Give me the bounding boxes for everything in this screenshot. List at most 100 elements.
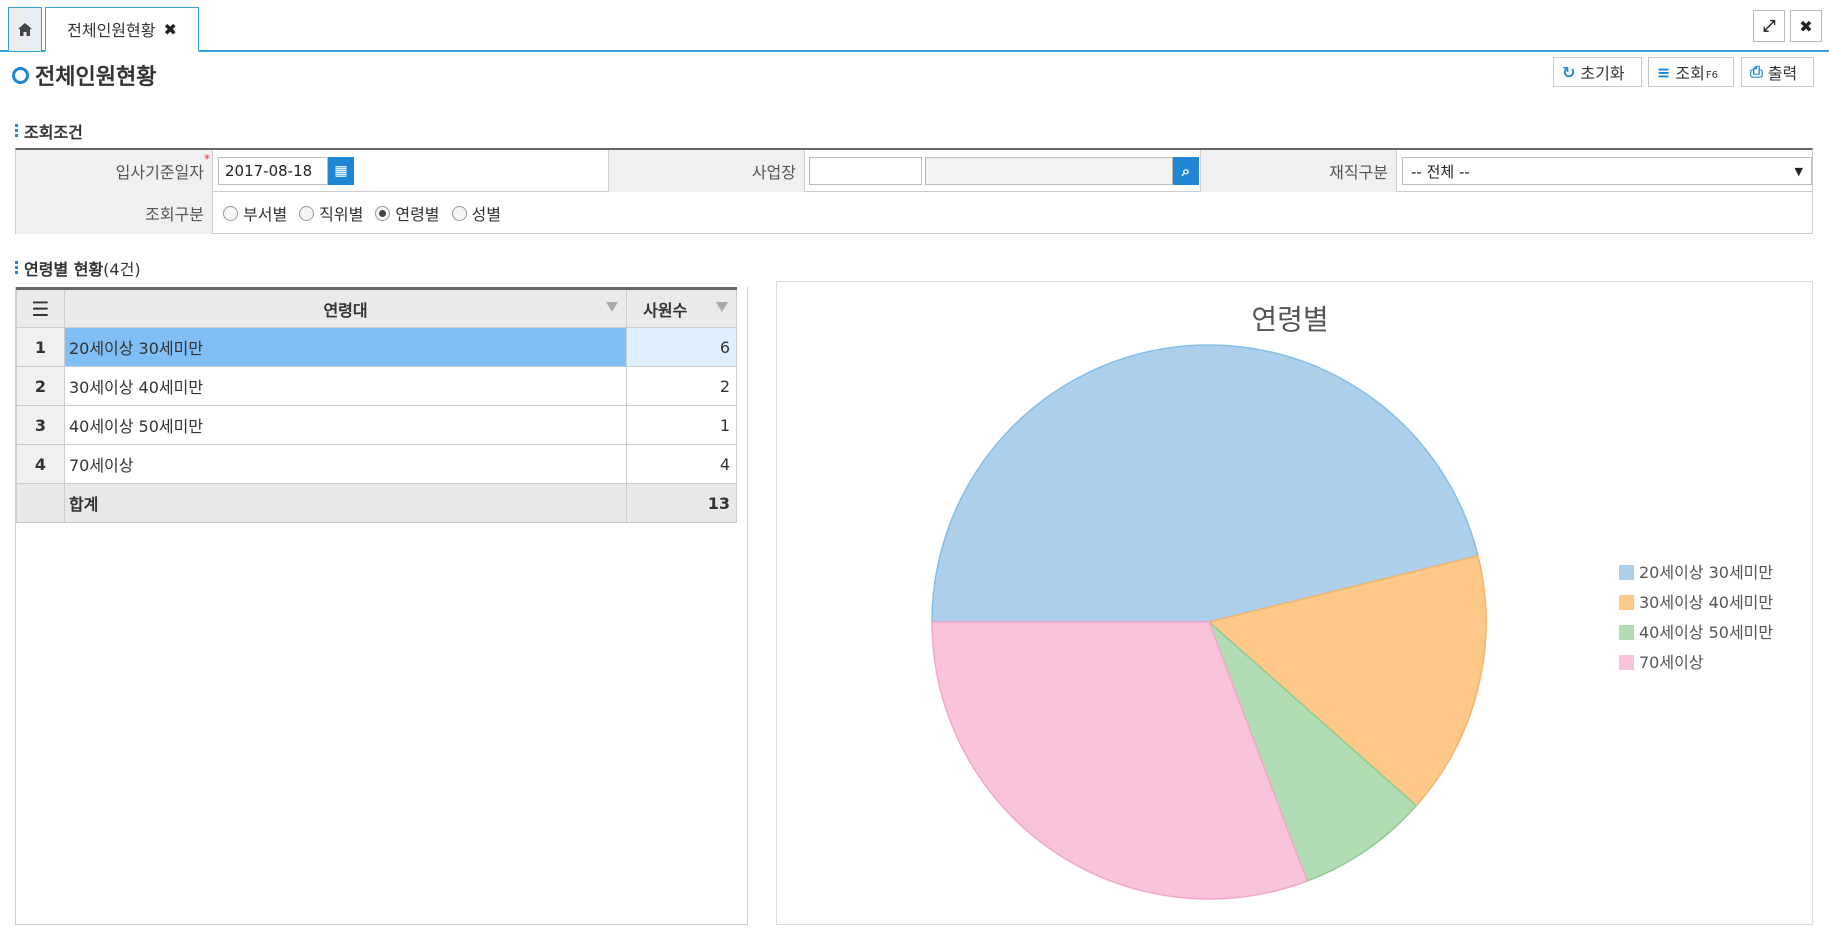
total-label: 합계: [63, 483, 628, 523]
age-cell[interactable]: 30세이상 40세미만: [63, 366, 628, 406]
site-name-input: [925, 157, 1173, 185]
legend-swatch[interactable]: [1619, 565, 1634, 580]
radio-circle: [299, 205, 315, 221]
calendar-button[interactable]: ▦: [328, 157, 354, 185]
table-row[interactable]: 4 70세이상 4: [16, 444, 737, 484]
radio-by-age[interactable]: 연령별: [375, 201, 440, 225]
refresh-icon: ↻: [1562, 62, 1576, 82]
site-code-input[interactable]: [809, 157, 922, 185]
legend-label[interactable]: 30세이상 40세미만: [1639, 593, 1773, 612]
tab-label: 전체인원현황: [67, 21, 156, 40]
age-pie-chart-panel: 연령별 20세이상 30세미만 30세이상 40세미만 40세이상 50세미만 70세…: [776, 281, 1813, 925]
legend-label[interactable]: 40세이상 50세미만: [1639, 623, 1773, 642]
conditions-row-2: 조회구분 부서별 직위별 연령별 성별: [16, 192, 1812, 234]
total-row: 합계 13: [16, 483, 737, 523]
search-label: 조회: [1675, 64, 1705, 83]
table-row[interactable]: 3 40세이상 50세미만 1: [16, 405, 737, 445]
employment-select[interactable]: -- 전체 -- ▼: [1402, 157, 1812, 185]
hire-date-field: 2017-08-18 ▦: [218, 150, 354, 192]
radio-by-department[interactable]: 부서별: [223, 201, 287, 225]
filter-icon[interactable]: [606, 302, 619, 312]
calendar-icon: ▦: [334, 163, 348, 179]
legend-swatch[interactable]: [1619, 595, 1634, 610]
radio-circle: [451, 205, 467, 221]
hire-date-input[interactable]: 2017-08-18: [218, 157, 328, 185]
table-row[interactable]: 1 20세이상 30세미만 6: [16, 327, 737, 367]
conditions-section-title: 조회조건: [15, 119, 83, 143]
menu-icon: ☰: [31, 296, 50, 321]
row-number: 2: [16, 366, 65, 406]
age-cell[interactable]: 20세이상 30세미만: [63, 327, 628, 367]
close-icon: ✖: [1799, 16, 1813, 36]
table-header-row: ☰ 연령대 사원수: [16, 287, 737, 328]
employment-select-value: -- 전체 --: [1411, 162, 1470, 181]
filter-icon[interactable]: [716, 302, 728, 312]
grid-count: (4건): [103, 260, 141, 279]
radio-by-gender[interactable]: 성별: [451, 201, 501, 225]
column-header-count[interactable]: 사원수: [626, 287, 737, 328]
total-value: 13: [626, 483, 737, 523]
search-shortcut: F6: [1705, 69, 1718, 81]
age-grid: ☰ 연령대 사원수 1 20세이상 30세미만 6 2 30세이상 40세미만 …: [15, 287, 748, 925]
count-cell[interactable]: 1: [626, 405, 737, 445]
search-button[interactable]: ≡ 조회 F6: [1648, 57, 1734, 87]
column-header-text: 사원수: [643, 300, 688, 320]
required-mark: *: [204, 152, 210, 166]
legend-swatch[interactable]: [1619, 625, 1634, 640]
page-header: 전체인원현황: [12, 58, 156, 92]
legend-label[interactable]: 70세이상: [1639, 653, 1704, 672]
table-row[interactable]: 2 30세이상 40세미만 2: [16, 366, 737, 406]
site-search-button[interactable]: ⌕: [1173, 157, 1199, 185]
age-table: ☰ 연령대 사원수 1 20세이상 30세미만 6 2 30세이상 40세미만 …: [16, 287, 737, 523]
legend-label[interactable]: 20세이상 30세미만: [1639, 563, 1773, 582]
expand-button[interactable]: ⤢: [1753, 10, 1785, 42]
column-menu-button[interactable]: ☰: [16, 287, 65, 328]
tab-bar: 전체인원현황 ✖ ⤢ ✖: [0, 0, 1829, 52]
total-row-number: [16, 483, 65, 523]
home-icon: [18, 23, 32, 36]
print-button[interactable]: ⎙ 출력: [1741, 57, 1814, 87]
grid-title-text: 연령별 현황: [24, 260, 104, 279]
row-number: 4: [16, 444, 65, 484]
query-type-label-text: 조회구분: [145, 205, 204, 224]
chart-title: 연령별: [1251, 303, 1328, 336]
column-header-text: 연령대: [323, 300, 368, 320]
home-tab[interactable]: [8, 7, 42, 51]
radio-label: 부서별: [243, 205, 288, 224]
grid-section-title: 연령별 현황 (4건): [15, 256, 141, 280]
reset-label: 초기화: [1580, 64, 1625, 83]
row-number: 1: [16, 327, 65, 367]
age-cell[interactable]: 40세이상 50세미만: [63, 405, 628, 445]
employment-label-text: 재직구분: [1329, 163, 1388, 182]
site-field: ⌕: [809, 150, 1199, 192]
employment-field: -- 전체 -- ▼: [1402, 150, 1812, 192]
list-icon: ≡: [1657, 62, 1671, 82]
print-label: 출력: [1767, 64, 1798, 83]
count-cell[interactable]: 2: [626, 366, 737, 406]
legend-swatch[interactable]: [1619, 655, 1634, 670]
page-title: 전체인원현황: [35, 65, 157, 90]
radio-label: 성별: [471, 205, 501, 224]
age-cell[interactable]: 70세이상: [63, 444, 628, 484]
count-cell[interactable]: 6: [626, 327, 737, 367]
section-marker-icon: [15, 261, 18, 275]
tab-close-icon[interactable]: ✖: [163, 20, 176, 39]
site-label-text: 사업장: [751, 163, 796, 182]
print-icon: ⎙: [1750, 62, 1763, 81]
conditions-title-text: 조회조건: [24, 123, 83, 142]
count-cell[interactable]: 4: [626, 444, 737, 484]
query-type-label: 조회구분: [16, 192, 213, 234]
radio-label: 연령별: [395, 205, 440, 224]
expand-icon: ⤢: [1762, 16, 1776, 35]
radio-by-position[interactable]: 직위별: [299, 201, 363, 225]
site-label: 사업장: [608, 150, 805, 192]
radio-circle: [223, 205, 238, 221]
reset-button[interactable]: ↻ 초기화: [1553, 57, 1642, 87]
radio-circle-selected: [375, 205, 391, 221]
tab-active[interactable]: 전체인원현황 ✖: [45, 7, 199, 52]
close-window-button[interactable]: ✖: [1790, 10, 1822, 42]
column-header-age[interactable]: 연령대: [63, 287, 628, 328]
section-marker-icon: [15, 124, 18, 138]
hire-date-label: 입사기준일자 *: [16, 150, 213, 192]
hire-date-label-text: 입사기준일자: [115, 163, 204, 182]
